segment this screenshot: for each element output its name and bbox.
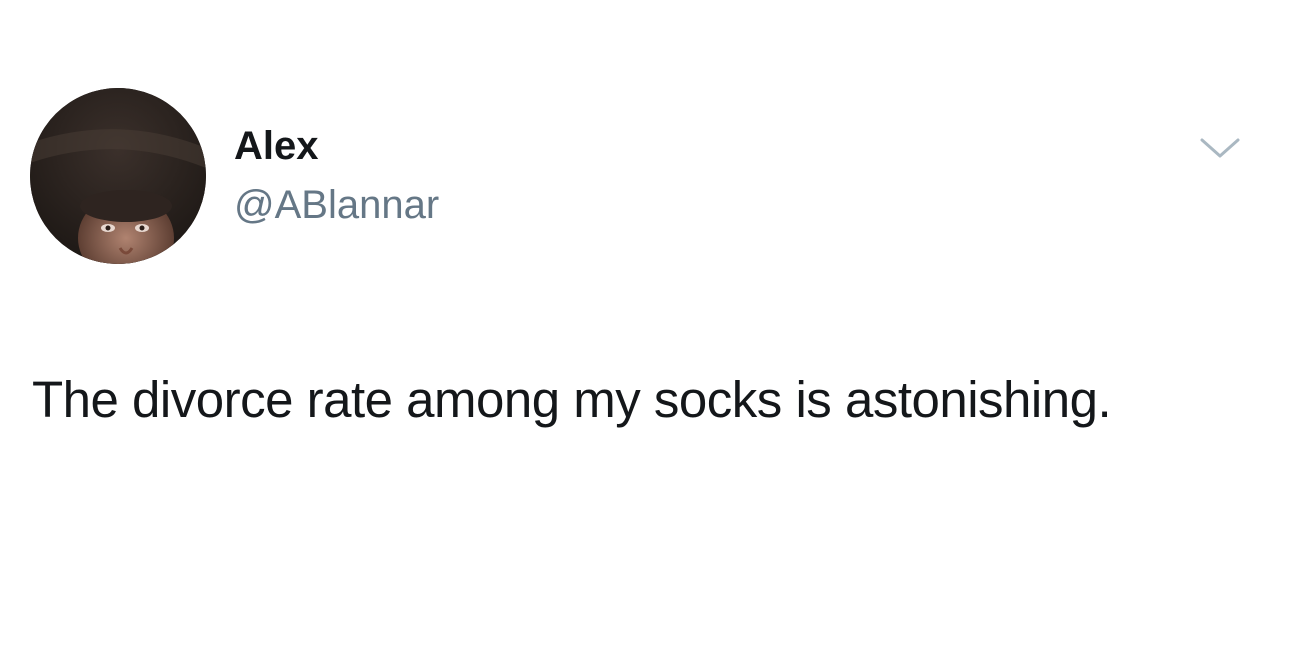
- tweet-card: Alex @ABlannar The divorce rate among my…: [0, 0, 1290, 662]
- profile-photo: [30, 88, 206, 264]
- chevron-down-icon: [1200, 138, 1240, 158]
- author-handle[interactable]: @ABlannar: [234, 181, 439, 229]
- tweet-text: The divorce rate among my socks is aston…: [32, 371, 1112, 428]
- author-display-name[interactable]: Alex: [234, 122, 319, 170]
- avatar[interactable]: [30, 88, 206, 264]
- tweet-menu-button[interactable]: [1196, 132, 1244, 168]
